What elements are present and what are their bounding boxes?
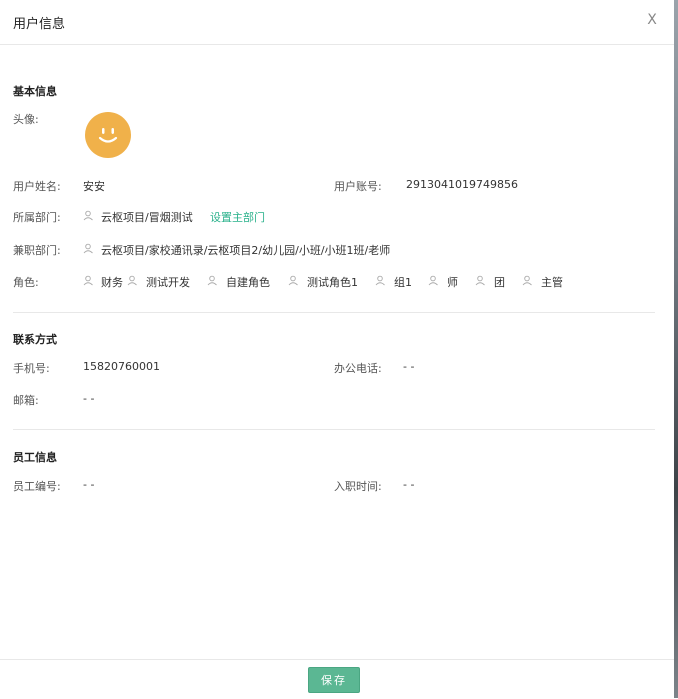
smiley-icon [98, 128, 118, 143]
background-backdrop [674, 0, 678, 698]
name-value: 安安 [83, 180, 105, 193]
dialog-header: 用户信息 X [0, 0, 674, 45]
role-tag: 组1 [394, 276, 412, 289]
dialog-title: 用户信息 [13, 17, 66, 32]
role-tag: 财务 [101, 276, 123, 289]
mobile-label: 手机号: [13, 362, 50, 375]
set-main-dept-link[interactable]: 设置主部门 [210, 209, 265, 225]
avatar-label: 头像: [13, 113, 39, 126]
parttime-dept-label: 兼职部门: [13, 244, 61, 257]
avatar [85, 112, 131, 158]
parttime-dept-value: 云枢项目/家校通讯录/云枢项目2/幼儿园/小班/小班1班/老师 [101, 244, 391, 257]
dept-label: 所属部门: [13, 211, 61, 224]
employee-number-value: - - [83, 478, 95, 491]
office-phone-label: 办公电话: [334, 362, 382, 375]
close-icon[interactable]: X [644, 10, 660, 30]
office-phone-value: - - [403, 360, 415, 373]
role-label: 角色: [13, 276, 39, 289]
role-tag: 自建角色 [226, 276, 270, 289]
role-tag: 师 [447, 276, 458, 289]
mobile-value: 15820760001 [83, 360, 160, 373]
role-icon [207, 275, 217, 286]
account-label: 用户账号: [334, 180, 382, 193]
dept-value: 云枢项目/冒烟测试 [101, 211, 193, 224]
role-icon [83, 275, 93, 286]
name-label: 用户姓名: [13, 180, 61, 193]
role-tag: 测试开发 [146, 276, 190, 289]
entry-date-label: 入职时间: [334, 480, 382, 493]
entry-date-value: - - [403, 478, 415, 491]
account-value: 2913041019749856 [406, 178, 518, 191]
email-value: - - [83, 392, 95, 405]
role-icon [375, 275, 385, 286]
section-divider [13, 429, 655, 430]
save-button[interactable]: 保存 [308, 667, 360, 693]
employee-number-label: 员工编号: [13, 480, 61, 493]
role-tag: 团 [494, 276, 505, 289]
department-icon [83, 210, 93, 221]
contact-section-title: 联系方式 [13, 333, 57, 346]
role-icon [475, 275, 485, 286]
section-divider [13, 312, 655, 313]
role-icon [428, 275, 438, 286]
basic-info-section-title: 基本信息 [13, 85, 57, 98]
role-tag: 主管 [541, 276, 563, 289]
role-tag: 测试角色1 [307, 276, 358, 289]
role-icon [288, 275, 298, 286]
role-icon [522, 275, 532, 286]
user-info-dialog: 用户信息 X 基本信息 头像: 用户姓名: 安安 用户账号: 291304101… [0, 0, 674, 698]
role-icon [127, 275, 137, 286]
email-label: 邮箱: [13, 394, 39, 407]
employee-section-title: 员工信息 [13, 451, 57, 464]
department-icon [83, 243, 93, 254]
